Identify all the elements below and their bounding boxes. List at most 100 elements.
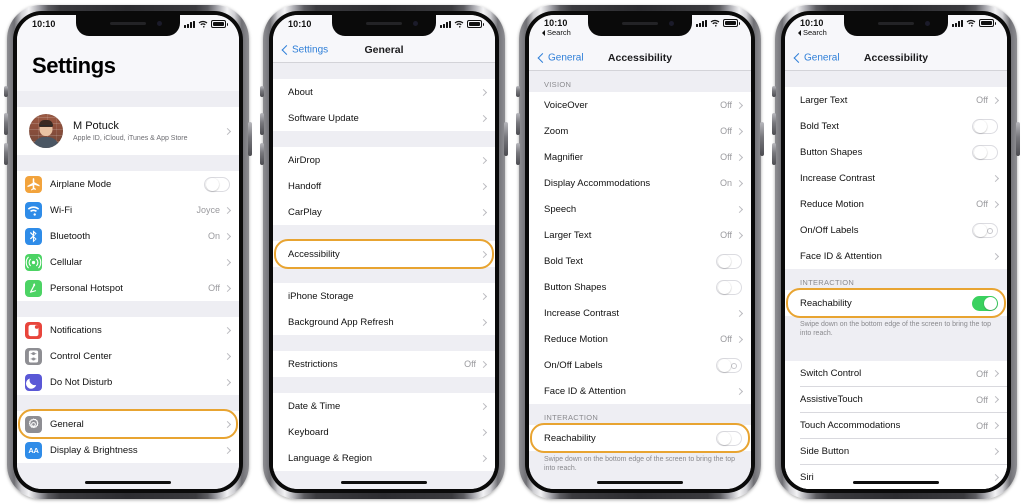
settings-list[interactable]: VISION VoiceOver Off Zoom Off Magnifier Off…	[529, 71, 751, 489]
settings-row-on-off-labels[interactable]: On/Off Labels	[529, 352, 751, 378]
side-power-button[interactable]	[1016, 122, 1020, 156]
settings-row-date-time[interactable]: Date & Time	[273, 393, 495, 419]
settings-row-assistivetouch[interactable]: AssistiveTouch Off	[785, 386, 1007, 413]
settings-row-larger-text[interactable]: Larger Text Off	[785, 87, 1007, 113]
volume-down-button[interactable]	[4, 143, 8, 165]
settings-row-bluetooth[interactable]: Bluetooth On	[17, 223, 239, 249]
settings-list[interactable]: Larger Text Off Bold Text Button Shapes I…	[785, 71, 1007, 489]
toggle-switch[interactable]	[972, 118, 998, 134]
settings-row-increase-contrast[interactable]: Increase Contrast	[785, 165, 1007, 191]
settings-row-touch-accommodations[interactable]: Touch Accommodations Off	[785, 412, 1007, 439]
silent-switch[interactable]	[4, 86, 8, 97]
settings-row-reachability[interactable]: Reachability	[785, 290, 1007, 316]
volume-up-button[interactable]	[516, 113, 520, 135]
settings-row-background-app-refresh[interactable]: Background App Refresh	[273, 309, 495, 335]
silent-switch[interactable]	[772, 86, 776, 97]
row-label: Touch Accommodations	[800, 420, 901, 432]
section-gap	[273, 377, 495, 393]
status-bar-back-label: Search	[803, 28, 827, 37]
side-power-button[interactable]	[248, 122, 252, 156]
settings-row-reduce-motion[interactable]: Reduce Motion Off	[785, 191, 1007, 217]
settings-row-restrictions[interactable]: Restrictions Off	[273, 351, 495, 377]
row-value: Off	[720, 152, 732, 162]
settings-row-handoff[interactable]: Handoff	[273, 173, 495, 199]
silent-switch[interactable]	[516, 86, 520, 97]
settings-group: General AA Display & Brightness	[17, 411, 239, 463]
home-indicator[interactable]	[85, 480, 171, 484]
settings-row-language-region[interactable]: Language & Region	[273, 445, 495, 471]
settings-row-notifications[interactable]: Notifications	[17, 317, 239, 343]
section-header: VISION	[529, 71, 751, 92]
settings-row-button-shapes[interactable]: Button Shapes	[529, 274, 751, 300]
toggle-switch[interactable]	[716, 430, 742, 446]
volume-down-button[interactable]	[260, 143, 264, 165]
toggle-knob	[205, 178, 219, 191]
settings-row-button-shapes[interactable]: Button Shapes	[785, 139, 1007, 165]
chevron-right-icon	[991, 448, 1000, 456]
status-bar-time: 10:10	[544, 18, 568, 28]
settings-row-airplane-mode[interactable]: Airplane Mode	[17, 171, 239, 197]
settings-list[interactable]: M Potuck Apple ID, iCloud, iTunes & App …	[17, 91, 239, 489]
home-indicator[interactable]	[597, 480, 683, 484]
settings-row-display-accommodations[interactable]: Display Accommodations On	[529, 170, 751, 196]
toggle-switch[interactable]	[716, 279, 742, 295]
settings-list[interactable]: About Software Update AirDrop Handoff Ca…	[273, 63, 495, 489]
row-label: On/Off Labels	[544, 359, 603, 371]
status-bar-back-to-search[interactable]: Search	[798, 28, 827, 37]
settings-row-face-id-attention[interactable]: Face ID & Attention	[785, 243, 1007, 269]
volume-down-button[interactable]	[516, 143, 520, 165]
toggle-switch[interactable]	[716, 357, 742, 373]
volume-up-button[interactable]	[772, 113, 776, 135]
toggle-switch[interactable]	[716, 253, 742, 269]
toggle-switch[interactable]	[972, 144, 998, 160]
settings-row-voiceover[interactable]: VoiceOver Off	[529, 92, 751, 118]
home-indicator[interactable]	[341, 480, 427, 484]
settings-row-zoom[interactable]: Zoom Off	[529, 118, 751, 144]
settings-row-accessibility[interactable]: Accessibility	[273, 241, 495, 267]
settings-row-face-id-attention[interactable]: Face ID & Attention	[529, 378, 751, 404]
settings-row-reachability[interactable]: Reachability	[529, 425, 751, 451]
settings-row-general[interactable]: General	[17, 411, 239, 437]
volume-down-button[interactable]	[772, 143, 776, 165]
toggle-switch[interactable]	[972, 295, 998, 311]
settings-row-iphone-storage[interactable]: iPhone Storage	[273, 283, 495, 309]
settings-row-personal-hotspot[interactable]: Personal Hotspot Off	[17, 275, 239, 301]
account-name: M Potuck	[73, 119, 119, 132]
settings-row-display-brightness[interactable]: AA Display & Brightness	[17, 437, 239, 463]
settings-row-switch-control[interactable]: Switch Control Off	[785, 360, 1007, 387]
settings-row-magnifier[interactable]: Magnifier Off	[529, 144, 751, 170]
status-bar-back-to-search[interactable]: Search	[542, 28, 571, 37]
settings-row-bold-text[interactable]: Bold Text	[529, 248, 751, 274]
settings-row-increase-contrast[interactable]: Increase Contrast	[529, 300, 751, 326]
settings-row-larger-text[interactable]: Larger Text Off	[529, 222, 751, 248]
apple-id-account-row[interactable]: M Potuck Apple ID, iCloud, iTunes & App …	[17, 107, 239, 155]
row-label: iPhone Storage	[288, 290, 354, 302]
settings-row-keyboard[interactable]: Keyboard	[273, 419, 495, 445]
settings-row-side-button[interactable]: Side Button	[785, 438, 1007, 465]
chevron-right-icon	[735, 127, 744, 135]
settings-row-cellular[interactable]: Cellular	[17, 249, 239, 275]
side-power-button[interactable]	[760, 122, 764, 156]
settings-row-carplay[interactable]: CarPlay	[273, 199, 495, 225]
settings-row-airdrop[interactable]: AirDrop	[273, 147, 495, 173]
wifi-icon	[710, 19, 720, 27]
settings-row-about[interactable]: About	[273, 79, 495, 105]
settings-row-wi-fi[interactable]: Wi-Fi Joyce	[17, 197, 239, 223]
chevron-right-icon	[479, 114, 488, 122]
settings-row-siri[interactable]: Siri	[785, 464, 1007, 489]
settings-row-do-not-disturb[interactable]: Do Not Disturb	[17, 369, 239, 395]
settings-row-bold-text[interactable]: Bold Text	[785, 113, 1007, 139]
volume-up-button[interactable]	[260, 113, 264, 135]
settings-row-speech[interactable]: Speech	[529, 196, 751, 222]
settings-row-software-update[interactable]: Software Update	[273, 105, 495, 131]
toggle-switch[interactable]	[972, 222, 998, 238]
display-brightness-icon: AA	[25, 441, 42, 459]
settings-row-reduce-motion[interactable]: Reduce Motion Off	[529, 326, 751, 352]
settings-row-control-center[interactable]: Control Center	[17, 343, 239, 369]
silent-switch[interactable]	[260, 86, 264, 97]
volume-up-button[interactable]	[4, 113, 8, 135]
toggle-switch[interactable]	[204, 176, 230, 192]
home-indicator[interactable]	[853, 480, 939, 484]
settings-row-on-off-labels[interactable]: On/Off Labels	[785, 217, 1007, 243]
side-power-button[interactable]	[504, 122, 508, 156]
